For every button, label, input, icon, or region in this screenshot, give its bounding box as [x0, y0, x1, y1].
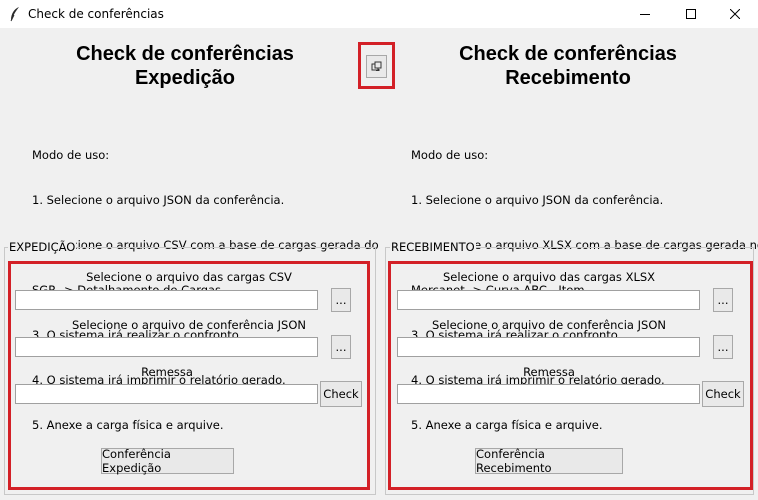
browse-json-button[interactable]: ...	[713, 335, 733, 359]
maximize-icon	[686, 9, 696, 19]
file1-label: Selecione o arquivo das cargas XLSX	[442, 270, 656, 284]
browse-csv-button[interactable]: ...	[331, 288, 351, 312]
group-label-recebimento: RECEBIMENTO	[390, 240, 476, 254]
csv-file-input[interactable]	[15, 290, 318, 310]
remessa-label: Remessa	[523, 365, 575, 379]
window-title: Check de conferências	[28, 7, 164, 21]
browse-json-button[interactable]: ...	[331, 335, 351, 359]
heading-line: Expedição	[134, 67, 236, 89]
minimize-icon	[640, 14, 650, 15]
close-icon	[730, 9, 740, 19]
instruction-line: Modo de uso:	[411, 148, 489, 162]
heading-expedicao: Check de conferências Expedição	[40, 42, 330, 90]
remessa-input[interactable]	[15, 384, 318, 404]
close-button[interactable]	[712, 0, 758, 28]
cycle-icon	[371, 61, 382, 71]
conferencia-expedicao-button[interactable]: Conferência Expedição	[101, 447, 234, 475]
minimize-button[interactable]	[622, 0, 668, 28]
file2-label: Selecione o arquivo de conferência JSON	[432, 318, 666, 332]
group-label-expedicao: EXPEDIÇÃO	[8, 240, 77, 254]
heading-line: Recebimento	[505, 67, 631, 89]
check-button[interactable]: Check	[320, 381, 362, 407]
heading-line: Check de conferências	[459, 43, 677, 65]
file1-label: Selecione o arquivo das cargas CSV	[86, 270, 292, 284]
heading-recebimento: Check de conferências Recebimento	[420, 42, 716, 90]
check-button[interactable]: Check	[702, 381, 744, 407]
conferencia-recebimento-button[interactable]: Conferência Recebimento	[475, 447, 623, 475]
json-file-input[interactable]	[397, 337, 700, 357]
remessa-input[interactable]	[397, 384, 700, 404]
instruction-line: 1. Selecione o arquivo JSON da conferênc…	[411, 193, 664, 207]
xlsx-file-input[interactable]	[397, 290, 700, 310]
remessa-label: Remessa	[141, 365, 193, 379]
title-bar[interactable]: Check de conferências	[0, 0, 758, 28]
maximize-button[interactable]	[668, 0, 714, 28]
instruction-line: 1. Selecione o arquivo JSON da conferênc…	[32, 193, 285, 207]
feather-icon	[10, 7, 19, 22]
instruction-line: Modo de uso:	[32, 148, 110, 162]
browse-xlsx-button[interactable]: ...	[713, 288, 733, 312]
json-file-input[interactable]	[15, 337, 318, 357]
heading-line: Check de conferências	[76, 43, 294, 65]
file2-label: Selecione o arquivo de conferência JSON	[72, 318, 306, 332]
toggle-button[interactable]	[366, 55, 387, 78]
